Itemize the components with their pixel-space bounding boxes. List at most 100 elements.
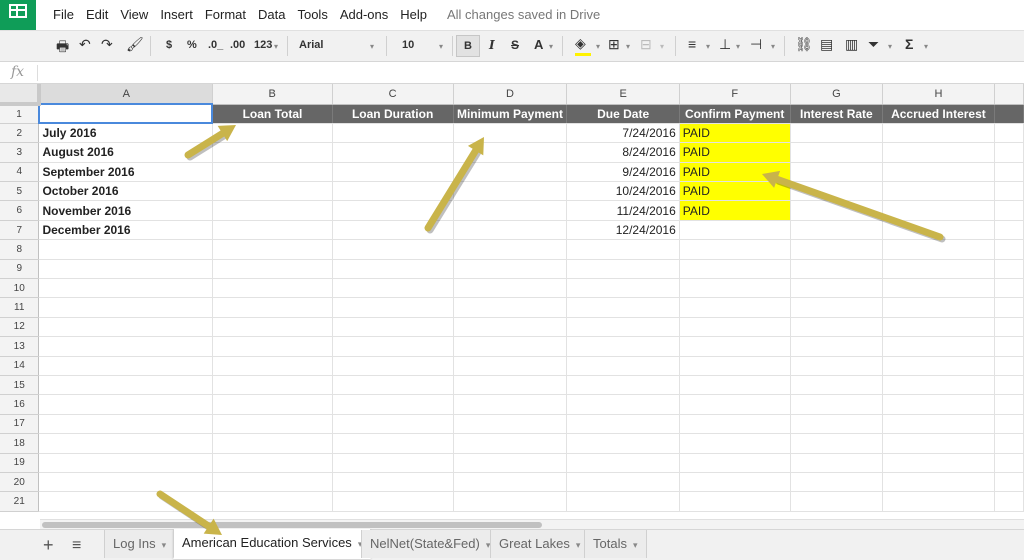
cell-c9[interactable] xyxy=(332,259,454,280)
fill-color-icon[interactable]: ◈ xyxy=(575,35,586,52)
row-header[interactable]: 4 xyxy=(0,162,40,183)
cell-g19[interactable] xyxy=(790,453,884,473)
cell-e17[interactable] xyxy=(566,414,680,435)
cell-c6[interactable] xyxy=(332,200,454,221)
cell-b10[interactable] xyxy=(212,278,333,299)
tab-log-ins[interactable]: Log Ins ▾ xyxy=(104,530,176,558)
cell-d2[interactable] xyxy=(453,123,568,144)
functions-button[interactable]: Σ xyxy=(905,36,913,52)
cell-h11[interactable] xyxy=(882,297,995,318)
row-header[interactable]: 19 xyxy=(0,453,40,473)
row-header[interactable]: 21 xyxy=(0,491,40,512)
menu-view[interactable]: View xyxy=(120,7,148,22)
row-header[interactable]: 20 xyxy=(0,472,40,493)
italic-button[interactable]: I xyxy=(489,38,495,52)
cell-a4[interactable]: September 2016 xyxy=(38,162,213,183)
insert-link-icon[interactable]: ⛓ xyxy=(795,36,813,53)
cell-b7[interactable] xyxy=(212,220,333,241)
cell-e18[interactable] xyxy=(566,433,680,454)
cell-f3[interactable]: PAID xyxy=(679,142,791,163)
cell-g3[interactable] xyxy=(790,142,884,163)
chevron-down-icon[interactable]: ▾ xyxy=(439,42,443,51)
cell-a6[interactable]: November 2016 xyxy=(38,200,213,221)
header-minimum-payment[interactable]: Minimum Payment xyxy=(453,104,568,124)
cell-e15[interactable] xyxy=(566,375,680,396)
save-status[interactable]: All changes saved in Drive xyxy=(447,7,600,22)
cell[interactable] xyxy=(994,142,1024,163)
cell-e5[interactable]: 10/24/2016 xyxy=(566,181,680,202)
cell-f8[interactable] xyxy=(679,239,791,260)
chevron-down-icon[interactable]: ▾ xyxy=(596,42,600,51)
cell-c12[interactable] xyxy=(332,317,454,338)
cell-h3[interactable] xyxy=(882,142,995,163)
cell[interactable] xyxy=(994,200,1024,221)
cell-h20[interactable] xyxy=(882,472,995,493)
cell[interactable] xyxy=(994,472,1024,493)
cell-c15[interactable] xyxy=(332,375,454,396)
spreadsheet-grid[interactable]: A B C D E F G H 1 Loan Total Loan Durati… xyxy=(0,84,1024,519)
menu-insert[interactable]: Insert xyxy=(160,7,193,22)
cell-d5[interactable] xyxy=(453,181,568,202)
column-header-b[interactable]: B xyxy=(212,84,333,105)
cell-g20[interactable] xyxy=(790,472,884,493)
horizontal-align-icon[interactable]: ≡ xyxy=(688,36,696,52)
cell-h12[interactable] xyxy=(882,317,995,338)
column-header-a[interactable]: A xyxy=(38,84,213,105)
cell-e21[interactable] xyxy=(566,491,680,512)
cell[interactable] xyxy=(994,375,1024,396)
cell-a20[interactable] xyxy=(38,472,213,493)
chevron-down-icon[interactable]: ▾ xyxy=(660,42,664,51)
cell-e10[interactable] xyxy=(566,278,680,299)
cell-d21[interactable] xyxy=(453,491,568,512)
cell-a14[interactable] xyxy=(38,356,213,376)
cell-d6[interactable] xyxy=(453,200,568,221)
cell-g10[interactable] xyxy=(790,278,884,299)
cell-c16[interactable] xyxy=(332,394,454,415)
cell-c11[interactable] xyxy=(332,297,454,318)
cell-a17[interactable] xyxy=(38,414,213,435)
cell-b8[interactable] xyxy=(212,239,333,260)
cell-b15[interactable] xyxy=(212,375,333,396)
cell-f13[interactable] xyxy=(679,336,791,357)
cell-a21[interactable] xyxy=(38,491,213,512)
cell-g13[interactable] xyxy=(790,336,884,357)
cell-g14[interactable] xyxy=(790,356,884,376)
cell-e19[interactable] xyxy=(566,453,680,473)
cell-a10[interactable] xyxy=(38,278,213,299)
cell-b20[interactable] xyxy=(212,472,333,493)
cell-e9[interactable] xyxy=(566,259,680,280)
cell[interactable] xyxy=(994,259,1024,280)
cell-a11[interactable] xyxy=(38,297,213,318)
cell-a16[interactable] xyxy=(38,394,213,415)
cell-g4[interactable] xyxy=(790,162,884,183)
column-header-d[interactable]: D xyxy=(453,84,568,105)
cell-h16[interactable] xyxy=(882,394,995,415)
cell-f12[interactable] xyxy=(679,317,791,338)
cell-e6[interactable]: 11/24/2016 xyxy=(566,200,680,221)
cell-b21[interactable] xyxy=(212,491,333,512)
bold-button[interactable]: B xyxy=(456,35,480,57)
cell-c10[interactable] xyxy=(332,278,454,299)
chevron-down-icon[interactable]: ▾ xyxy=(771,42,775,51)
row-header[interactable]: 11 xyxy=(0,297,40,318)
borders-icon[interactable]: ⊞ xyxy=(608,36,620,53)
cell-e13[interactable] xyxy=(566,336,680,357)
insert-comment-icon[interactable]: ▤ xyxy=(820,36,833,53)
chevron-down-icon[interactable]: ▾ xyxy=(633,540,638,550)
strikethrough-button[interactable]: S xyxy=(511,38,519,52)
cell-c7[interactable] xyxy=(332,220,454,241)
cell-a13[interactable] xyxy=(38,336,213,357)
cell[interactable] xyxy=(994,297,1024,318)
cell-g18[interactable] xyxy=(790,433,884,454)
menu-addons[interactable]: Add-ons xyxy=(340,7,388,22)
cell-d3[interactable] xyxy=(453,142,568,163)
insert-chart-icon[interactable]: ▥ xyxy=(845,36,858,53)
cell[interactable] xyxy=(994,336,1024,357)
cell-a5[interactable]: October 2016 xyxy=(38,181,213,202)
select-all-corner[interactable] xyxy=(0,84,41,106)
row-header[interactable]: 2 xyxy=(0,123,40,144)
cell-h8[interactable] xyxy=(882,239,995,260)
cell-c17[interactable] xyxy=(332,414,454,435)
cell-f6[interactable]: PAID xyxy=(679,200,791,221)
cell-c13[interactable] xyxy=(332,336,454,357)
